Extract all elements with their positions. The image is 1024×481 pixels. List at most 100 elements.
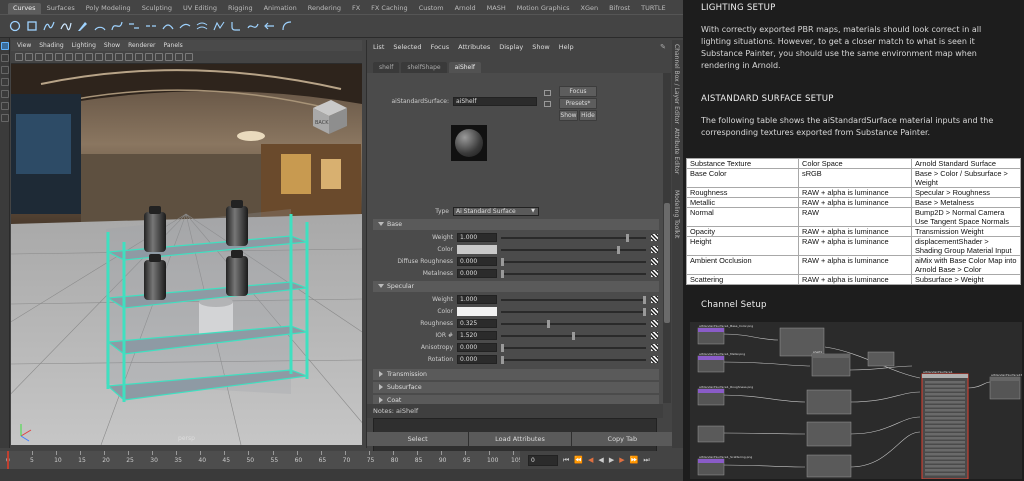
shelf-tab-xgen[interactable]: XGen — [576, 3, 604, 14]
shelf-tab-uv-editing[interactable]: UV Editing — [178, 3, 222, 14]
base-diffuse-roughness-map-button[interactable] — [651, 258, 658, 265]
load-attributes-button[interactable]: Load Attributes — [469, 432, 571, 446]
shelf-tab-bifrost[interactable]: Bifrost — [604, 3, 635, 14]
viewport-menu-lighting[interactable]: Lighting — [72, 42, 96, 49]
viewport-menu-shading[interactable]: Shading — [39, 42, 63, 49]
step-forward-frame-icon[interactable]: ▶ — [619, 456, 624, 464]
specular-color-swatch[interactable] — [457, 307, 497, 316]
attribute-editor-scrollbar[interactable] — [663, 73, 671, 403]
last-tool-icon[interactable] — [1, 114, 9, 122]
node-name-field[interactable]: aiShelf — [453, 97, 537, 106]
specular-rotation-field[interactable]: 0.000 — [457, 355, 497, 364]
current-time-indicator[interactable] — [7, 451, 9, 469]
isolate-select-icon[interactable] — [185, 53, 193, 61]
graph-node-shelf1[interactable]: shelf1 — [811, 350, 851, 377]
ae-tab-aishelf[interactable]: aiShelf — [448, 62, 482, 73]
move-tool-icon[interactable] — [1, 78, 9, 86]
specular-color-slider-knob[interactable] — [643, 308, 646, 316]
side-tab-attribute-editor[interactable]: Attribute Editor — [673, 128, 680, 174]
xray-icon[interactable] — [175, 53, 183, 61]
graph-node-box[interactable] — [806, 421, 852, 447]
base-metalness-slider[interactable] — [501, 273, 646, 275]
section-specular[interactable]: Specular — [373, 281, 659, 292]
copy-tab-button[interactable]: Copy Tab — [571, 432, 673, 446]
smooth-shade-icon[interactable] — [125, 53, 133, 61]
circle-curve-icon[interactable] — [8, 19, 22, 33]
select-button[interactable]: Select — [367, 432, 469, 446]
viewport-menu-show[interactable]: Show — [104, 42, 120, 49]
cv-curve-icon[interactable] — [42, 19, 56, 33]
shelf-tab-mash[interactable]: MASH — [482, 3, 511, 14]
hide-button[interactable]: Hide — [579, 110, 597, 121]
insert-knot-icon[interactable] — [161, 19, 175, 33]
textured-icon[interactable] — [135, 53, 143, 61]
camera-lock-icon[interactable] — [25, 53, 33, 61]
specular-ior-field[interactable]: 1.520 — [457, 331, 497, 340]
base-metalness-slider-knob[interactable] — [501, 270, 504, 278]
smooth-curve-icon[interactable] — [246, 19, 260, 33]
presets-button[interactable]: Presets* — [559, 98, 597, 109]
current-frame-field[interactable]: 0 — [528, 454, 558, 466]
show-button[interactable]: Show — [559, 110, 578, 121]
specular-ior-map-button[interactable] — [651, 332, 658, 339]
time-slider[interactable]: 0510152025303540455055606570758085909510… — [0, 451, 522, 469]
field-chart-icon[interactable] — [95, 53, 103, 61]
specular-weight-slider-knob[interactable] — [643, 296, 646, 304]
shelf-tab-fx[interactable]: FX — [347, 3, 365, 14]
specular-weight-field[interactable]: 1.000 — [457, 295, 497, 304]
go-to-start-icon[interactable]: ⏮ — [563, 456, 569, 465]
shelf-tab-motion-graphics[interactable]: Motion Graphics — [512, 3, 575, 14]
safe-action-icon[interactable] — [105, 53, 113, 61]
film-gate-icon[interactable] — [65, 53, 73, 61]
shelf-tab-fx-caching[interactable]: FX Caching — [366, 3, 413, 14]
resolution-gate-icon[interactable] — [75, 53, 83, 61]
graph-node-aistandardsurface1[interactable]: aiStandardSurface1 — [921, 370, 969, 480]
ae-menu-display[interactable]: Display — [499, 43, 523, 51]
shelf-tab-rigging[interactable]: Rigging — [223, 3, 258, 14]
viewport-menu-panels[interactable]: Panels — [163, 42, 182, 49]
ae-menu-help[interactable]: Help — [559, 43, 574, 51]
specular-anisotropy-slider-knob[interactable] — [501, 344, 504, 352]
extend-curve-icon[interactable] — [178, 19, 192, 33]
shelf-tab-custom[interactable]: Custom — [414, 3, 449, 14]
detach-curves-icon[interactable] — [144, 19, 158, 33]
specular-color-map-button[interactable] — [651, 308, 658, 315]
specular-roughness-field[interactable]: 0.325 — [457, 319, 497, 328]
base-weight-field[interactable]: 1.000 — [457, 233, 497, 242]
viewport-menu-view[interactable]: View — [17, 42, 31, 49]
specular-roughness-slider-knob[interactable] — [547, 320, 550, 328]
shelf-model[interactable] — [105, 209, 309, 402]
specular-roughness-slider[interactable] — [501, 323, 646, 325]
shelf-tab-rendering[interactable]: Rendering — [303, 3, 346, 14]
bezier-curve-icon[interactable] — [110, 19, 124, 33]
graph-node-box[interactable] — [697, 425, 725, 443]
specular-color-slider[interactable] — [501, 311, 646, 313]
lights-icon[interactable] — [145, 53, 153, 61]
shadows-icon[interactable] — [155, 53, 163, 61]
rotate-tool-icon[interactable] — [1, 90, 9, 98]
specular-rotation-slider[interactable] — [501, 359, 646, 361]
shelf-tab-animation[interactable]: Animation — [259, 3, 302, 14]
specular-anisotropy-field[interactable]: 0.000 — [457, 343, 497, 352]
ao-icon[interactable] — [165, 53, 173, 61]
step-back-key-icon[interactable]: ⏪ — [574, 456, 583, 464]
focus-button[interactable]: Focus — [559, 86, 597, 97]
square-curve-icon[interactable] — [25, 19, 39, 33]
play-backward-icon[interactable]: ◀ — [598, 456, 603, 464]
go-to-input-icon[interactable] — [544, 90, 551, 96]
offset-curve-icon[interactable] — [195, 19, 209, 33]
base-weight-slider-knob[interactable] — [626, 234, 629, 242]
shelf-tab-poly-modeling[interactable]: Poly Modeling — [81, 3, 136, 14]
section-subsurface[interactable]: Subsurface — [373, 382, 659, 393]
scale-tool-icon[interactable] — [1, 102, 9, 110]
ae-menu-list[interactable]: List — [373, 43, 384, 51]
base-metalness-map-button[interactable] — [651, 270, 658, 277]
specular-rotation-slider-knob[interactable] — [501, 356, 504, 364]
scene-view[interactable]: BACK persp — [11, 64, 362, 445]
side-tab-modeling-toolkit[interactable]: Modeling Toolkit — [673, 190, 680, 238]
base-metalness-field[interactable]: 0.000 — [457, 269, 497, 278]
shelf-tab-arnold[interactable]: Arnold — [450, 3, 481, 14]
wireframe-icon[interactable] — [115, 53, 123, 61]
specular-anisotropy-slider[interactable] — [501, 347, 646, 349]
go-to-output-icon[interactable] — [544, 101, 551, 107]
